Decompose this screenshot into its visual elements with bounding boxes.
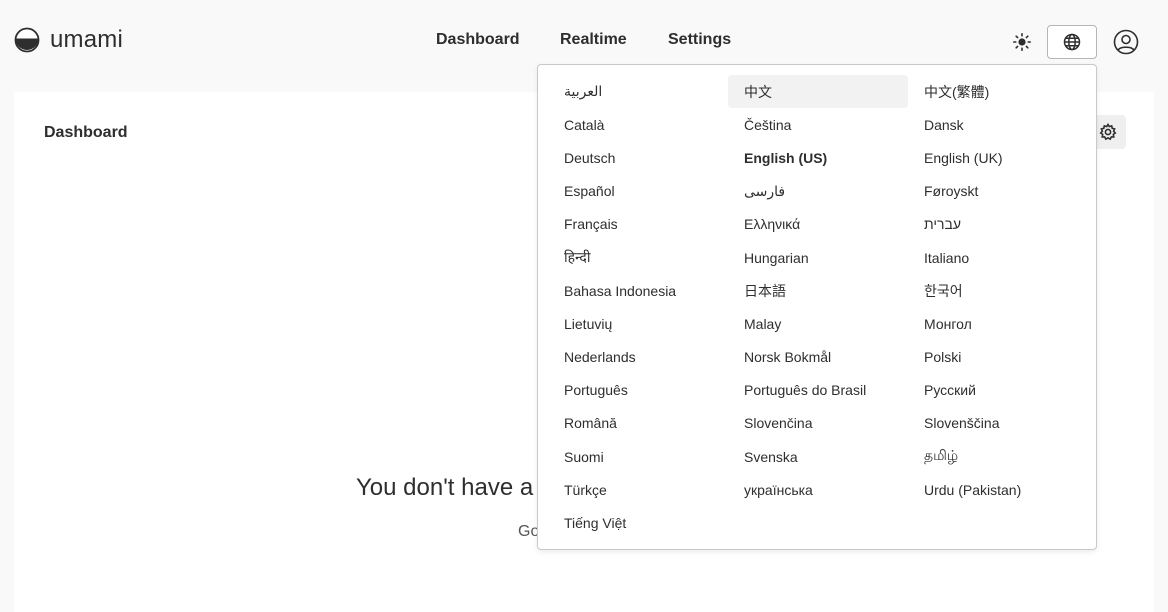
language-menu: العربية 中文 中文(繁體) Català Čeština Dansk Deutsch… xyxy=(537,64,1097,550)
language-option[interactable]: Urdu (Pakistan) xyxy=(908,473,1088,506)
language-option[interactable]: English (US) xyxy=(728,141,908,174)
theme-toggle-button[interactable] xyxy=(1011,31,1033,53)
nav-settings[interactable]: Settings xyxy=(668,31,731,49)
language-option[interactable]: Dansk xyxy=(908,108,1088,141)
language-option[interactable]: Lietuvių xyxy=(548,307,728,340)
main-nav: Dashboard Realtime Settings xyxy=(0,31,1168,53)
language-option[interactable]: Nederlands xyxy=(548,341,728,374)
language-option[interactable]: 中文 xyxy=(728,75,908,109)
language-button[interactable] xyxy=(1047,25,1097,59)
language-option[interactable]: 日本語 xyxy=(728,274,908,307)
language-option[interactable]: Türkçe xyxy=(548,473,728,506)
language-option[interactable]: עברית xyxy=(908,208,1088,241)
language-option[interactable]: Suomi xyxy=(548,440,728,473)
language-option[interactable]: українська xyxy=(728,473,908,506)
language-option[interactable]: 中文(繁體) xyxy=(908,75,1088,108)
language-option[interactable]: Polski xyxy=(908,341,1088,374)
empty-state-title: You don't have a xyxy=(356,474,534,501)
gear-icon xyxy=(1099,123,1117,141)
language-option[interactable]: Italiano xyxy=(908,241,1088,274)
language-option[interactable]: Slovenščina xyxy=(908,407,1088,440)
profile-button[interactable] xyxy=(1112,28,1140,56)
language-option[interactable]: Русский xyxy=(908,374,1088,407)
language-option[interactable]: Català xyxy=(548,108,728,141)
language-option[interactable]: Malay xyxy=(728,307,908,340)
globe-icon xyxy=(1063,33,1081,51)
user-circle-icon xyxy=(1113,29,1139,55)
language-option[interactable]: Deutsch xyxy=(548,141,728,174)
language-option[interactable]: Español xyxy=(548,175,728,208)
language-option[interactable]: Bahasa Indonesia xyxy=(548,274,728,307)
language-option[interactable]: हिन्दी xyxy=(548,241,728,274)
language-option[interactable]: 한국어 xyxy=(908,274,1088,307)
nav-realtime[interactable]: Realtime xyxy=(560,31,627,49)
language-option[interactable]: Slovenčina xyxy=(728,407,908,440)
language-option[interactable]: Svenska xyxy=(728,440,908,473)
language-option[interactable]: Tiếng Việt xyxy=(548,506,728,539)
language-option[interactable]: Монгол xyxy=(908,307,1088,340)
language-option[interactable]: தமிழ் xyxy=(908,440,1088,473)
language-option[interactable]: Română xyxy=(548,407,728,440)
language-option[interactable]: فارسی xyxy=(728,175,908,208)
language-option[interactable]: Português do Brasil xyxy=(728,374,908,407)
page-title: Dashboard xyxy=(44,124,128,141)
language-option[interactable]: Hungarian xyxy=(728,241,908,274)
language-option[interactable]: العربية xyxy=(548,75,728,108)
language-option[interactable]: Norsk Bokmål xyxy=(728,341,908,374)
language-option[interactable]: English (UK) xyxy=(908,141,1088,174)
language-option[interactable]: Français xyxy=(548,208,728,241)
language-option[interactable]: Português xyxy=(548,374,728,407)
language-option[interactable]: Čeština xyxy=(728,108,908,141)
nav-dashboard[interactable]: Dashboard xyxy=(436,31,520,49)
language-option[interactable]: Føroyskt xyxy=(908,175,1088,208)
language-option[interactable]: Ελληνικά xyxy=(728,208,908,241)
sun-icon xyxy=(1013,33,1031,51)
language-list: العربية 中文 中文(繁體) Català Čeština Dansk Deutsch… xyxy=(548,75,1086,540)
